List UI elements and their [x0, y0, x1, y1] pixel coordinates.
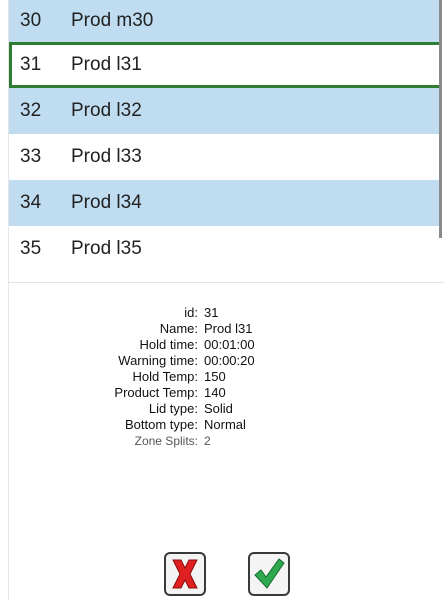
- list-scrollbar[interactable]: [439, 0, 442, 238]
- detail-value: Normal: [204, 417, 246, 432]
- list-item-selected[interactable]: 31 Prod l31: [9, 42, 442, 88]
- list-item[interactable]: 33 Prod l33: [9, 134, 442, 180]
- red-x-icon: [172, 559, 198, 589]
- detail-value: 00:01:00: [204, 337, 255, 352]
- list-item-name: Prod l33: [71, 146, 142, 167]
- list-divider: [9, 282, 444, 283]
- list-item[interactable]: 35 Prod l35: [9, 226, 442, 272]
- list-item[interactable]: 34 Prod l34: [9, 180, 442, 226]
- detail-hold-time: Hold time: 00:01:00: [0, 337, 444, 353]
- detail-hold-temp: Hold Temp: 150: [0, 369, 444, 385]
- detail-label: Zone Splits:: [134, 434, 198, 448]
- product-screen: 30 Prod m30 31 Prod l31 32 Prod l32 33 P…: [0, 0, 444, 600]
- detail-value: 2: [204, 434, 211, 448]
- detail-bottom-type: Bottom type: Normal: [0, 417, 444, 433]
- list-item[interactable]: 30 Prod m30: [9, 0, 442, 42]
- detail-label: Product Temp:: [114, 385, 198, 400]
- detail-label: Lid type:: [148, 401, 198, 416]
- list-item-name: Prod l32: [71, 100, 142, 121]
- detail-warning-time: Warning time: 00:00:20: [0, 353, 444, 369]
- list-item-id: 33: [20, 146, 42, 167]
- cancel-button[interactable]: [164, 552, 206, 596]
- list-item-id: 35: [20, 238, 42, 259]
- detail-label: Bottom type:: [125, 417, 198, 432]
- detail-name: Name: Prod l31: [0, 321, 444, 337]
- list-item-name: Prod l31: [71, 54, 142, 75]
- detail-id: id: 31: [0, 305, 444, 321]
- product-details: id: 31 Name: Prod l31 Hold time: 00:01:0…: [0, 305, 444, 449]
- list-item-id: 32: [20, 100, 42, 121]
- detail-label: Hold time:: [139, 337, 198, 352]
- detail-product-temp: Product Temp: 140: [0, 385, 444, 401]
- detail-label: Hold Temp:: [132, 369, 198, 384]
- list-item-id: 30: [20, 10, 42, 31]
- list-item-name: Prod l35: [71, 238, 142, 259]
- list-item-id: 34: [20, 192, 42, 213]
- detail-value: 140: [204, 385, 226, 400]
- detail-lid-type: Lid type: Solid: [0, 401, 444, 417]
- detail-value: Prod l31: [204, 321, 253, 336]
- detail-value: 00:00:20: [204, 353, 255, 368]
- detail-label: id:: [184, 305, 198, 320]
- detail-zone-splits: Zone Splits: 2: [0, 433, 444, 449]
- detail-value: 31: [204, 305, 219, 320]
- detail-value: Solid: [204, 401, 233, 416]
- list-item-name: Prod l34: [71, 192, 142, 213]
- product-list[interactable]: 30 Prod m30 31 Prod l31 32 Prod l32 33 P…: [9, 0, 442, 283]
- list-item-id: 31: [20, 54, 42, 75]
- green-check-icon: [254, 558, 285, 589]
- action-buttons: [0, 552, 444, 600]
- detail-label: Warning time:: [118, 353, 198, 368]
- ok-button[interactable]: [248, 552, 290, 596]
- detail-label: Name:: [159, 321, 198, 336]
- left-edge: [0, 0, 9, 600]
- list-item[interactable]: 32 Prod l32: [9, 88, 442, 134]
- detail-value: 150: [204, 369, 226, 384]
- list-item-name: Prod m30: [71, 10, 154, 31]
